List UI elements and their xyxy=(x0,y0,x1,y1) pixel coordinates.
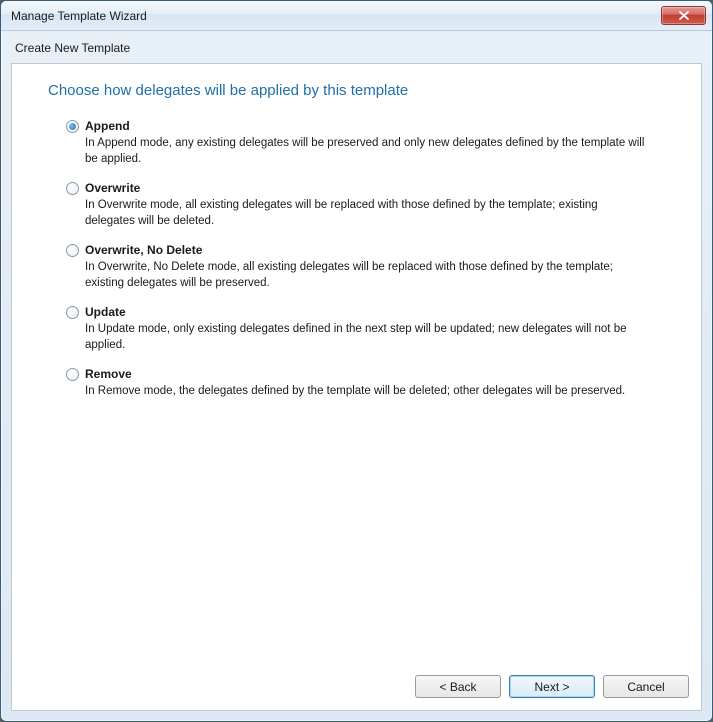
option-desc-overwrite-no-delete: In Overwrite, No Delete mode, all existi… xyxy=(85,260,645,291)
option-desc-overwrite: In Overwrite mode, all existing delegate… xyxy=(85,198,645,229)
button-bar: < Back Next > Cancel xyxy=(12,665,701,710)
wizard-subtitle: Create New Template xyxy=(1,31,712,63)
option-label-append[interactable]: Append xyxy=(85,119,130,133)
window-title: Manage Template Wizard xyxy=(11,9,661,23)
option-desc-update: In Update mode, only existing delegates … xyxy=(85,322,645,353)
option-append: Append In Append mode, any existing dele… xyxy=(66,119,671,167)
option-label-overwrite-no-delete[interactable]: Overwrite, No Delete xyxy=(85,243,202,257)
titlebar: Manage Template Wizard xyxy=(1,1,712,31)
option-label-remove[interactable]: Remove xyxy=(85,367,132,381)
close-icon xyxy=(679,11,689,20)
option-remove: Remove In Remove mode, the delegates def… xyxy=(66,367,671,400)
radio-overwrite[interactable] xyxy=(66,182,79,195)
option-overwrite-no-delete: Overwrite, No Delete In Overwrite, No De… xyxy=(66,243,671,291)
radio-append[interactable] xyxy=(66,120,79,133)
back-button[interactable]: < Back xyxy=(415,675,501,698)
option-update: Update In Update mode, only existing del… xyxy=(66,305,671,353)
option-label-overwrite[interactable]: Overwrite xyxy=(85,181,140,195)
radio-overwrite-no-delete[interactable] xyxy=(66,244,79,257)
option-label-update[interactable]: Update xyxy=(85,305,126,319)
next-button[interactable]: Next > xyxy=(509,675,595,698)
radio-update[interactable] xyxy=(66,306,79,319)
option-overwrite: Overwrite In Overwrite mode, all existin… xyxy=(66,181,671,229)
content-inner: Choose how delegates will be applied by … xyxy=(12,64,701,665)
option-desc-append: In Append mode, any existing delegates w… xyxy=(85,136,645,167)
page-heading: Choose how delegates will be applied by … xyxy=(48,82,671,99)
close-button[interactable] xyxy=(661,6,706,25)
content-frame: Choose how delegates will be applied by … xyxy=(11,63,702,711)
cancel-button[interactable]: Cancel xyxy=(603,675,689,698)
radio-remove[interactable] xyxy=(66,368,79,381)
option-desc-remove: In Remove mode, the delegates defined by… xyxy=(85,384,645,400)
wizard-window: Manage Template Wizard Create New Templa… xyxy=(0,0,713,722)
